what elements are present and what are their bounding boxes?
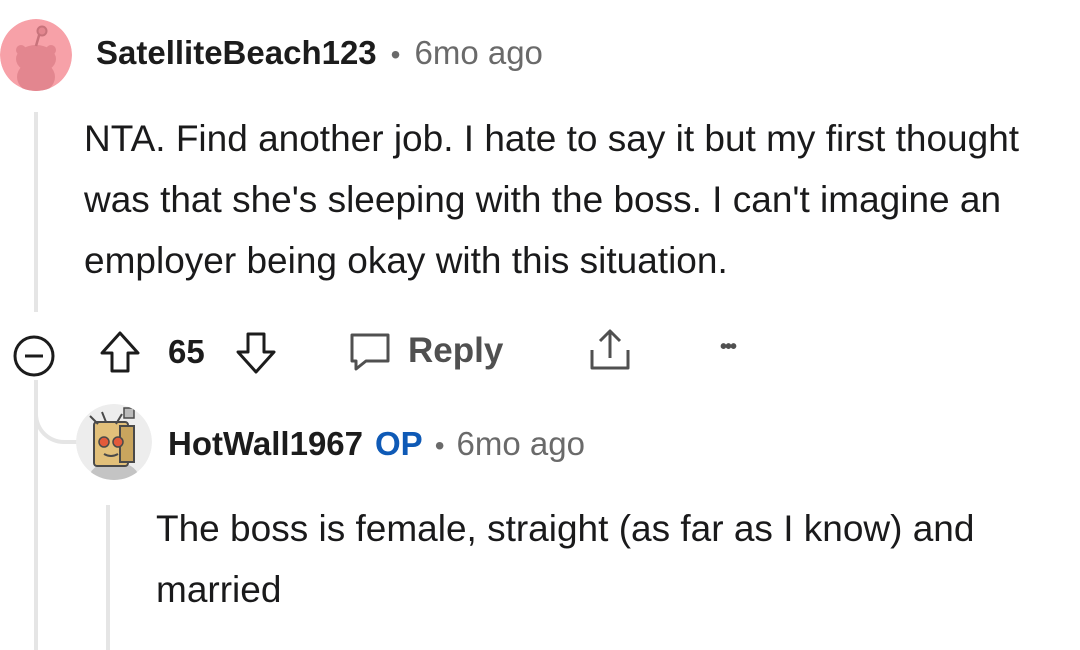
separator-dot: • (390, 39, 401, 70)
more-dots-icon: ••• (720, 336, 737, 358)
separator-dot: • (434, 430, 445, 461)
reply-label: Reply (408, 331, 504, 370)
reply-button[interactable]: Reply (346, 327, 503, 375)
downvote-arrow-icon (236, 332, 276, 374)
reply-avatar-icon (76, 404, 152, 480)
downvote-button[interactable] (234, 330, 278, 376)
thread-line-reply (106, 505, 110, 650)
snoo-avatar-icon (0, 19, 72, 91)
reply-body: The boss is female, straight (as far as … (156, 508, 975, 610)
share-icon (590, 329, 630, 370)
collapse-button[interactable] (12, 334, 56, 378)
collapse-minus-icon (13, 335, 55, 377)
avatar[interactable] (0, 19, 72, 91)
comment-timestamp: 6mo ago (414, 34, 543, 71)
thread-line-comment (34, 112, 38, 312)
speech-bubble-icon (350, 333, 390, 371)
reply-username[interactable]: HotWall1967 (168, 425, 363, 463)
reply-avatar[interactable] (76, 404, 152, 480)
reply-header: HotWall1967 OP • 6mo ago (168, 425, 585, 463)
op-badge: OP (375, 425, 423, 462)
upvote-button[interactable] (98, 329, 142, 375)
comment-body: NTA. Find another job. I hate to say it … (84, 118, 1020, 281)
comment-header: SatelliteBeach123 • 6mo ago (96, 34, 543, 72)
comment-username[interactable]: SatelliteBeach123 (96, 34, 377, 72)
reply-timestamp: 6mo ago (456, 425, 585, 462)
upvote-arrow-icon (100, 331, 140, 373)
share-button[interactable] (586, 326, 634, 374)
reply-connector (34, 380, 80, 444)
more-options-button[interactable]: ••• (720, 336, 737, 359)
vote-score: 65 (168, 333, 205, 370)
